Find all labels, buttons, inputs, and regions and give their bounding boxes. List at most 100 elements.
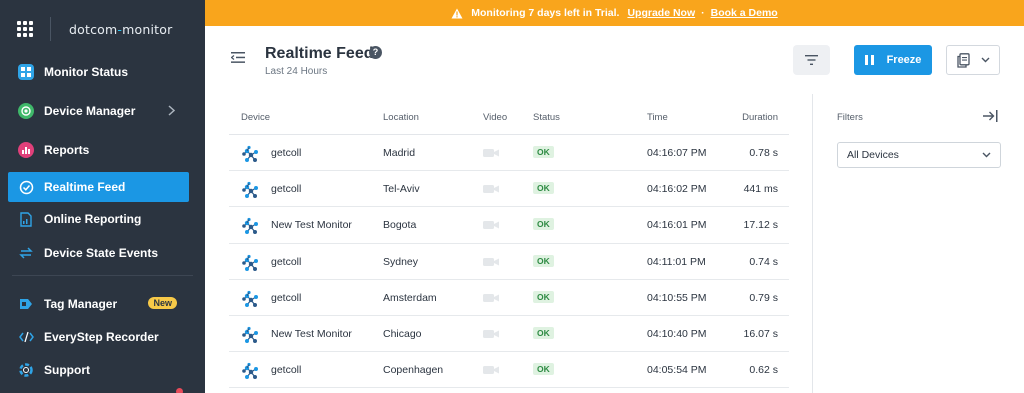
device-type-icon (241, 145, 259, 166)
device-type-icon (241, 181, 259, 202)
duration-cell: 441 ms (743, 183, 778, 196)
device-name[interactable]: getcoll (271, 292, 301, 304)
location-cell: Chicago (383, 327, 422, 340)
sidebar-item-device-manager[interactable]: Device Manager (8, 96, 189, 126)
device-name[interactable]: getcoll (271, 364, 301, 376)
trial-banner: Monitoring 7 days left in Trial. Upgrade… (205, 0, 1024, 26)
device-name[interactable]: getcoll (271, 183, 301, 195)
app-grid-icon[interactable] (17, 21, 33, 37)
swap-icon (18, 245, 34, 261)
document-chart-icon (18, 211, 34, 227)
video-camera-icon[interactable] (483, 220, 499, 233)
page-header: Realtime Feed ? Last 24 Hours Freeze (205, 26, 1024, 94)
collapse-panel-icon[interactable] (983, 110, 998, 122)
location-cell: Bogota (383, 219, 417, 232)
code-icon (18, 329, 34, 345)
duration-cell: 16.07 s (743, 327, 778, 340)
table-row[interactable]: getcoll Sydney OK 04:11:01 PM 0.74 s (229, 244, 789, 280)
table-row[interactable]: getcoll Amsterdam OK 04:10:55 PM 0.79 s (229, 280, 789, 316)
book-demo-link[interactable]: Book a Demo (711, 7, 778, 19)
freeze-button[interactable]: Freeze (854, 45, 932, 75)
chevron-down-icon (981, 57, 990, 63)
time-cell: 04:10:40 PM (647, 327, 707, 340)
upgrade-now-link[interactable]: Upgrade Now (627, 7, 695, 19)
status-badge: OK (533, 254, 554, 267)
sidebar-item-label: Realtime Feed (44, 180, 126, 194)
filters-divider (812, 94, 813, 393)
realtime-feed-table: Device Location Video Status Time Durati… (229, 100, 789, 389)
filter-button[interactable] (793, 45, 830, 75)
device-filter-value: All Devices (847, 149, 899, 161)
table-row[interactable]: getcoll Madrid OK 04:16:07 PM 0.78 s (229, 135, 789, 172)
sidebar-item-label: EveryStep Recorder (44, 330, 159, 344)
sidebar-item-support[interactable]: Support (8, 355, 189, 385)
table-row[interactable]: getcoll Copenhagen OK 04:05:54 PM 0.62 s (229, 352, 789, 389)
status-badge: OK (533, 363, 554, 376)
time-cell: 04:10:55 PM (647, 291, 707, 304)
filter-icon (805, 55, 818, 65)
sidebar-item-online-reporting[interactable]: Online Reporting (8, 204, 189, 234)
tag-icon (18, 296, 34, 312)
device-name[interactable]: getcoll (271, 147, 301, 159)
sidebar-item-monitor-status[interactable]: Monitor Status (8, 57, 189, 87)
device-name[interactable]: New Test Monitor (271, 219, 352, 231)
help-icon[interactable]: ? (369, 46, 382, 59)
freeze-label: Freeze (886, 54, 922, 66)
pause-icon (864, 55, 877, 65)
chevron-right-icon (168, 105, 175, 116)
sidebar-item-label: Device State Events (44, 246, 159, 260)
table-row[interactable]: New Test Monitor Bogota OK 04:16:01 PM 17.12… (229, 207, 789, 244)
table-row[interactable]: getcoll Tel-Aviv OK 04:16:02 PM 441 ms (229, 171, 789, 208)
video-camera-icon[interactable] (483, 365, 499, 378)
filters-title: Filters (837, 112, 863, 123)
sidebar-item-label: Support (44, 363, 90, 377)
video-camera-icon[interactable] (483, 329, 499, 342)
time-cell: 04:16:01 PM (647, 219, 707, 232)
sidebar-item-tag-manager[interactable]: Tag Manager New (8, 289, 189, 319)
sidebar-item-reports[interactable]: Reports (8, 135, 189, 165)
status-badge: OK (533, 326, 554, 339)
device-type-icon (241, 290, 259, 311)
column-location[interactable]: Location (383, 112, 419, 123)
video-camera-icon[interactable] (483, 148, 499, 161)
device-type-icon (241, 326, 259, 347)
location-cell: Madrid (383, 147, 416, 159)
device-type-icon (241, 362, 259, 383)
time-cell: 04:16:07 PM (647, 147, 707, 159)
status-badge: OK (533, 146, 554, 158)
lifebuoy-icon (18, 362, 34, 378)
time-cell: 04:11:01 PM (647, 255, 706, 268)
sidebar-item-everystep-recorder[interactable]: EveryStep Recorder (8, 322, 189, 352)
column-duration[interactable]: Duration (742, 112, 778, 123)
time-cell: 04:16:02 PM (647, 183, 707, 196)
video-camera-icon[interactable] (483, 293, 499, 306)
brand-logo[interactable]: dotcom-monitor (69, 22, 172, 37)
device-name[interactable]: getcoll (271, 256, 301, 268)
sidebar-item-device-state-events[interactable]: Device State Events (8, 238, 189, 268)
location-cell: Tel-Aviv (383, 183, 420, 196)
banner-message: Monitoring 7 days left in Trial. (471, 7, 620, 19)
status-badge: OK (533, 182, 554, 195)
duration-cell: 0.79 s (749, 291, 778, 304)
sidebar: dotcom-monitor Monitor Status Device Man… (0, 0, 205, 393)
dashboard-icon (18, 64, 34, 80)
column-status[interactable]: Status (533, 112, 560, 123)
copy-document-icon (957, 52, 970, 68)
column-video[interactable]: Video (483, 112, 507, 123)
collapse-menu-icon[interactable] (231, 52, 245, 63)
device-filter-select[interactable]: All Devices (837, 142, 1001, 168)
video-camera-icon[interactable] (483, 257, 499, 270)
page-title: Realtime Feed (265, 45, 374, 62)
sidebar-item-realtime-feed[interactable]: Realtime Feed (8, 172, 189, 202)
sidebar-item-label: Online Reporting (44, 212, 142, 226)
video-camera-icon[interactable] (483, 184, 499, 197)
device-name[interactable]: New Test Monitor (271, 328, 352, 340)
column-time[interactable]: Time (647, 112, 668, 123)
column-device[interactable]: Device (241, 112, 270, 123)
table-row[interactable]: New Test Monitor Chicago OK 04:10:40 PM 16.0… (229, 316, 789, 353)
warning-icon (451, 8, 463, 18)
clock-check-icon (18, 179, 34, 195)
time-cell: 04:05:54 PM (647, 364, 707, 377)
export-dropdown[interactable] (946, 45, 1000, 75)
sidebar-item-label: Monitor Status (44, 65, 128, 79)
